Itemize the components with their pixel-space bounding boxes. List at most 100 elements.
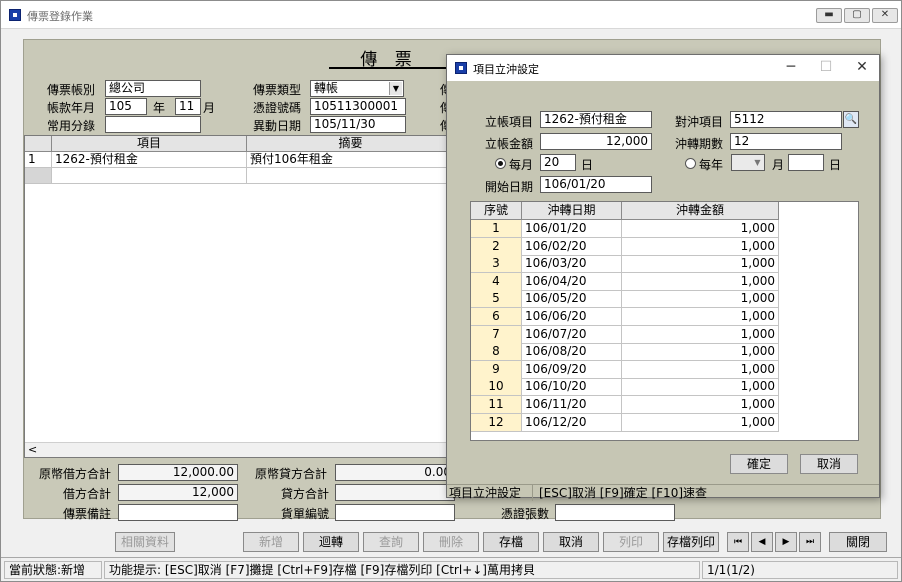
monthly-day-field[interactable]: 20 <box>540 154 576 171</box>
schedule-header-amount[interactable]: 沖轉金額 <box>622 202 779 220</box>
grid-cell-memo[interactable]: 預付106年租金 <box>247 152 455 168</box>
lookup-search-icon[interactable]: 🔍 <box>843 111 859 128</box>
dialog-minimize-icon[interactable]: ─ <box>780 58 802 76</box>
schedule-cell-date[interactable]: 106/02/20 <box>522 237 622 256</box>
dialog-ok-button[interactable]: 確定 <box>730 454 788 474</box>
nav-prev-icon[interactable]: ◀ <box>751 532 773 552</box>
schedule-cell-no[interactable]: 9 <box>471 360 522 379</box>
print-button[interactable]: 列印 <box>603 532 659 552</box>
save-print-button[interactable]: 存檔列印 <box>663 532 719 552</box>
voucher-type-select[interactable]: 轉帳 ▼ <box>310 80 404 97</box>
query-button[interactable]: 查詢 <box>363 532 419 552</box>
schedule-header-no[interactable]: 序號 <box>471 202 522 220</box>
grid-row-number[interactable]: 1 <box>25 152 52 168</box>
grid-header-item[interactable]: 項目 <box>52 136 247 152</box>
schedule-cell-no[interactable]: 5 <box>471 290 522 309</box>
schedule-cell-amount[interactable]: 1,000 <box>622 378 779 397</box>
cancel-button[interactable]: 取消 <box>543 532 599 552</box>
schedule-cell-date[interactable]: 106/06/20 <box>522 308 622 326</box>
related-data-button[interactable]: 相關資料 <box>115 532 175 552</box>
schedule-cell-date[interactable]: 106/09/20 <box>522 360 622 379</box>
schedule-cell-no[interactable]: 1 <box>471 220 522 238</box>
order-no-field[interactable] <box>335 504 455 521</box>
schedule-cell-no[interactable]: 8 <box>471 343 522 362</box>
schedule-cell-date[interactable]: 106/01/20 <box>522 220 622 238</box>
yearly-radio[interactable] <box>685 158 696 169</box>
schedule-cell-no[interactable]: 11 <box>471 396 522 414</box>
voucher-no-field[interactable]: 10511300001 <box>310 98 406 115</box>
schedule-cell-date[interactable]: 106/03/20 <box>522 255 622 274</box>
schedule-cell-no[interactable]: 2 <box>471 237 522 256</box>
common-entry-field[interactable] <box>105 116 201 133</box>
schedule-cell-date[interactable]: 106/05/20 <box>522 290 622 309</box>
voucher-memo-field[interactable] <box>118 504 238 521</box>
monthly-radio[interactable] <box>495 158 506 169</box>
add-button[interactable]: 新增 <box>243 532 299 552</box>
grid-new-row-memo[interactable] <box>247 168 455 184</box>
offset-schedule-grid[interactable]: 序號 沖轉日期 沖轉金額 1 106/01/20 1,000 2 106/02/20 1,… <box>470 201 859 441</box>
yearly-day-field[interactable] <box>788 154 824 171</box>
schedule-cell-amount[interactable]: 1,000 <box>622 290 779 309</box>
minimize-icon[interactable]: ▬ <box>816 8 842 23</box>
statusbar: 當前狀態:新增 功能提示: [ESC]取消 [F7]攤提 [Ctrl+F9]存檔… <box>1 557 901 581</box>
dialog-maximize-icon[interactable]: ☐ <box>815 58 837 76</box>
close-button[interactable]: 關閉 <box>829 532 887 552</box>
yearly-chevron-down-icon[interactable]: ▼ <box>752 156 763 169</box>
month-field[interactable]: 11 <box>175 98 201 115</box>
save-button[interactable]: 存檔 <box>483 532 539 552</box>
schedule-cell-amount[interactable]: 1,000 <box>622 255 779 274</box>
offset-item-field[interactable]: 5112 <box>730 111 842 128</box>
schedule-cell-amount[interactable]: 1,000 <box>622 360 779 379</box>
nav-next-icon[interactable]: ▶ <box>775 532 797 552</box>
schedule-cell-amount[interactable]: 1,000 <box>622 272 779 291</box>
schedule-cell-amount[interactable]: 1,000 <box>622 413 779 432</box>
credit-total-field <box>335 484 455 501</box>
source-item-field[interactable]: 1262-預付租金 <box>540 111 652 128</box>
schedule-cell-date[interactable]: 106/12/20 <box>522 413 622 432</box>
nav-first-icon[interactable]: ⏮ <box>727 532 749 552</box>
voucher-detail-grid[interactable]: 項目 摘要 1 1262-預付租金 預付106年租金 < <box>24 135 455 458</box>
schedule-header-date[interactable]: 沖轉日期 <box>522 202 622 220</box>
schedule-cell-no[interactable]: 6 <box>471 308 522 326</box>
delete-button[interactable]: 刪除 <box>423 532 479 552</box>
schedule-cell-amount[interactable]: 1,000 <box>622 343 779 362</box>
schedule-cell-amount[interactable]: 1,000 <box>622 220 779 238</box>
schedule-cell-no[interactable]: 12 <box>471 413 522 432</box>
horizontal-scrollbar[interactable]: < <box>25 442 453 457</box>
grid-new-row-marker[interactable] <box>25 168 52 184</box>
yearly-month-unit: 月 <box>772 158 785 172</box>
schedule-cell-no[interactable]: 10 <box>471 378 522 397</box>
schedule-cell-date[interactable]: 106/07/20 <box>522 325 622 344</box>
nav-last-icon[interactable]: ⏭ <box>799 532 821 552</box>
schedule-cell-amount[interactable]: 1,000 <box>622 396 779 414</box>
schedule-cell-amount[interactable]: 1,000 <box>622 325 779 344</box>
schedule-cell-date[interactable]: 106/11/20 <box>522 396 622 414</box>
account-field[interactable]: 總公司 <box>105 80 201 97</box>
source-amount-field[interactable]: 12,000 <box>540 133 652 150</box>
yearly-month-select[interactable]: ▼ <box>731 154 765 171</box>
schedule-cell-date[interactable]: 106/04/20 <box>522 272 622 291</box>
grid-header-memo[interactable]: 摘要 <box>247 136 455 152</box>
year-field[interactable]: 105 <box>105 98 147 115</box>
schedule-cell-date[interactable]: 106/08/20 <box>522 343 622 362</box>
schedule-cell-amount[interactable]: 1,000 <box>622 308 779 326</box>
chevron-down-icon[interactable]: ▼ <box>389 82 402 95</box>
transfer-button[interactable]: 迴轉 <box>303 532 359 552</box>
periods-field[interactable]: 12 <box>730 133 842 150</box>
schedule-cell-no[interactable]: 7 <box>471 325 522 344</box>
schedule-cell-amount[interactable]: 1,000 <box>622 237 779 256</box>
dialog-close-icon[interactable]: ✕ <box>851 58 873 76</box>
schedule-cell-date[interactable]: 106/10/20 <box>522 378 622 397</box>
grid-new-row-item[interactable] <box>52 168 247 184</box>
scroll-left-icon[interactable]: < <box>28 443 37 456</box>
change-date-field[interactable]: 105/11/30 <box>310 116 406 133</box>
voucher-count-field[interactable] <box>555 504 675 521</box>
schedule-cell-no[interactable]: 3 <box>471 255 522 274</box>
schedule-cell-no[interactable]: 4 <box>471 272 522 291</box>
maximize-icon[interactable]: ▢ <box>844 8 870 23</box>
start-date-field[interactable]: 106/01/20 <box>540 176 652 193</box>
monthly-label: 每月 <box>509 158 534 172</box>
close-icon[interactable]: ✕ <box>872 8 898 23</box>
dialog-cancel-button[interactable]: 取消 <box>800 454 858 474</box>
grid-cell-item[interactable]: 1262-預付租金 <box>52 152 247 168</box>
